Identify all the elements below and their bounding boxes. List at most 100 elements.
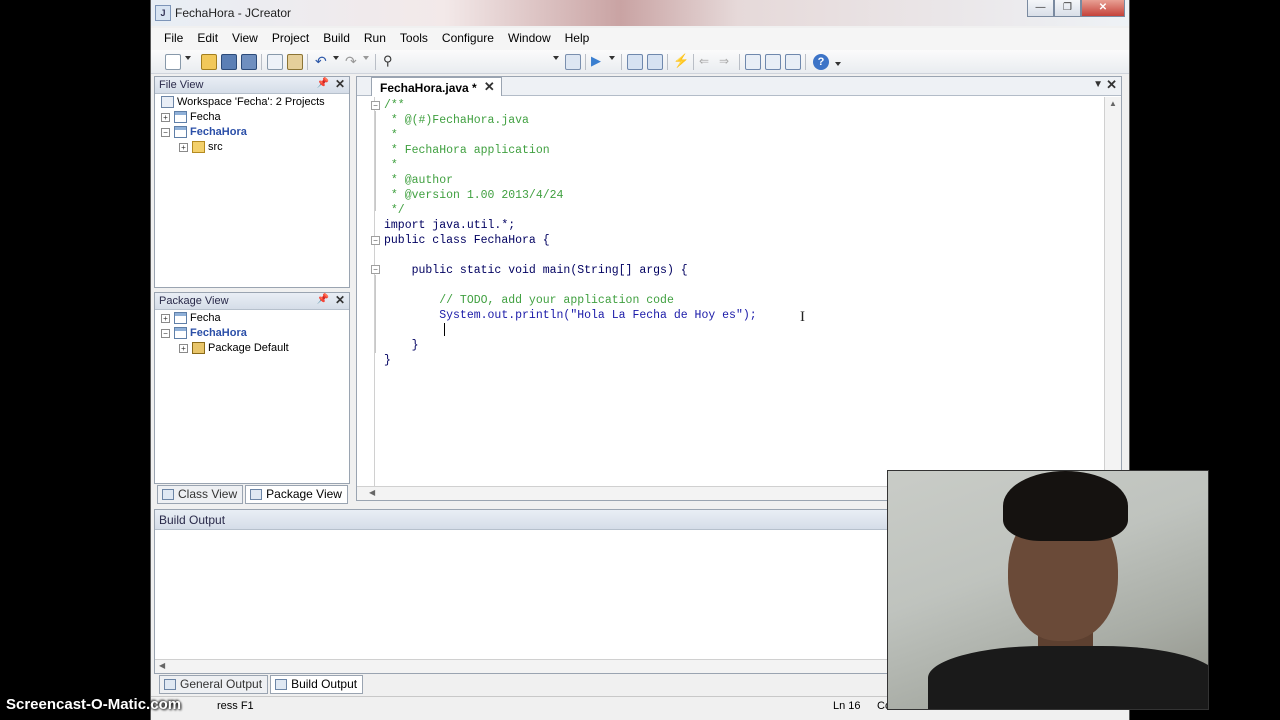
package-view-panel: Package View 📌 ✕ + Fecha − FechaHora + Pack… [154,292,350,484]
file-view-title: File View [159,79,204,91]
tab-list-dropdown-icon[interactable]: ▼ [1093,79,1103,90]
search-files-icon[interactable] [565,54,581,70]
scroll-left-icon[interactable]: ◀ [369,488,375,497]
paste-icon[interactable] [287,54,303,70]
tab-label: FechaHora.java * [380,81,477,95]
save-all-icon[interactable] [241,54,257,70]
output-tabs: General Output Build Output [159,675,364,694]
undo-icon[interactable]: ↶ [315,54,331,70]
close-panel-icon[interactable]: ✕ [335,77,345,91]
scroll-up-icon[interactable]: ▲ [1109,99,1117,108]
run-dropdown-icon[interactable] [609,56,615,60]
tab-fechahora-java[interactable]: FechaHora.java * ✕ [371,77,502,96]
minimize-button[interactable]: — [1027,0,1054,17]
menu-bar: File Edit View Project Build Run Tools C… [151,28,1129,50]
webcam-person-shirt [928,646,1208,709]
editor-vertical-scrollbar[interactable]: ▲ [1104,97,1121,487]
menu-build[interactable]: Build [316,28,357,50]
code-line: /** [384,99,405,112]
project-icon [174,111,187,124]
scroll-left-icon[interactable]: ◀ [159,661,165,670]
fold-line [375,111,376,211]
toolbar: ↶ ↷ ⚲ ▶ ⚡ ⇐ ⇒ ? [151,50,1129,74]
code-line: * [384,159,398,172]
tree-item-fechahora[interactable]: − FechaHora [161,125,247,140]
toggle-panels-icon[interactable] [765,54,781,70]
menu-project[interactable]: Project [265,28,316,50]
run-icon[interactable]: ▶ [591,54,607,70]
close-panel-icon[interactable]: ✕ [335,293,345,307]
general-output-icon [164,678,176,690]
fold-line [375,275,376,353]
tree-item-workspace[interactable]: Workspace 'Fecha': 2 Projects [161,95,325,110]
code-line: * [384,129,398,142]
open-folder-icon[interactable] [201,54,217,70]
fold-toggle-icon[interactable]: − [371,101,380,110]
tab-package-view[interactable]: Package View [245,485,348,504]
pkg-tree-item-fecha[interactable]: + Fecha [161,311,221,326]
tree-item-fecha[interactable]: + Fecha [161,110,221,125]
menu-view[interactable]: View [225,28,265,50]
build-output-title: Build Output [159,513,226,527]
expand-icon[interactable]: + [179,343,188,353]
redo-dropdown-icon[interactable] [363,56,369,60]
new-file-icon[interactable] [165,54,181,70]
toolbar-separator [307,54,308,70]
help-icon[interactable]: ? [813,54,829,70]
screencast-watermark: Screencast-O-Matic.com [6,696,182,713]
package-view-header: Package View 📌 ✕ [155,293,349,310]
fold-toggle-icon[interactable]: − [371,236,380,245]
toolbar-overflow-icon[interactable] [835,62,841,66]
compile-icon[interactable] [627,54,643,70]
debug-icon[interactable]: ⚡ [673,54,689,70]
menu-run[interactable]: Run [357,28,393,50]
tab-class-view[interactable]: Class View [157,485,244,504]
menu-tools[interactable]: Tools [393,28,435,50]
webcam-person-hair [1003,471,1128,541]
package-view-icon [250,488,263,500]
project-icon [174,126,187,139]
close-tab-icon[interactable]: ✕ [484,79,495,95]
find-combo-dropdown-icon[interactable] [553,56,559,60]
pkg-tree-item-default[interactable]: + Package Default [179,341,289,356]
build-project-icon[interactable] [647,54,663,70]
menu-help[interactable]: Help [558,28,597,50]
menu-edit[interactable]: Edit [190,28,225,50]
copy-icon[interactable] [267,54,283,70]
close-button[interactable]: ✕ [1081,0,1125,17]
new-dropdown-icon[interactable] [185,56,191,60]
collapse-icon[interactable]: − [161,328,170,338]
forward-arrow-icon[interactable]: ⇒ [719,54,735,70]
options-icon[interactable] [785,54,801,70]
expand-icon[interactable]: + [161,112,170,122]
expand-icon[interactable]: + [161,313,170,323]
close-editor-icon[interactable]: ✕ [1106,77,1117,93]
pin-icon[interactable]: 📌 [317,78,329,89]
tab-label: General Output [180,677,263,691]
save-icon[interactable] [221,54,237,70]
maximize-button[interactable]: ❐ [1054,0,1081,17]
build-output-icon [275,678,288,690]
status-help-text: ress F1 [217,700,254,712]
window-layout-icon[interactable] [745,54,761,70]
workspace-icon [161,96,174,109]
menu-file[interactable]: File [157,28,190,50]
redo-icon[interactable]: ↷ [345,54,361,70]
undo-dropdown-icon[interactable] [333,56,339,60]
tree-item-src[interactable]: + src [179,140,223,155]
pkg-tree-item-fechahora[interactable]: − FechaHora [161,326,247,341]
expand-icon[interactable]: + [179,142,188,152]
tab-build-output[interactable]: Build Output [270,675,364,694]
pin-icon[interactable]: 📌 [317,294,329,305]
find-binoculars-icon[interactable]: ⚲ [383,54,399,70]
collapse-icon[interactable]: − [161,127,170,137]
menu-window[interactable]: Window [501,28,558,50]
menu-configure[interactable]: Configure [435,28,501,50]
code-line: } [384,354,391,367]
tab-label: Build Output [291,677,358,691]
tab-general-output[interactable]: General Output [159,675,269,694]
fold-toggle-icon[interactable]: − [371,265,380,274]
toolbar-separator [585,54,586,70]
back-arrow-icon[interactable]: ⇐ [699,54,715,70]
